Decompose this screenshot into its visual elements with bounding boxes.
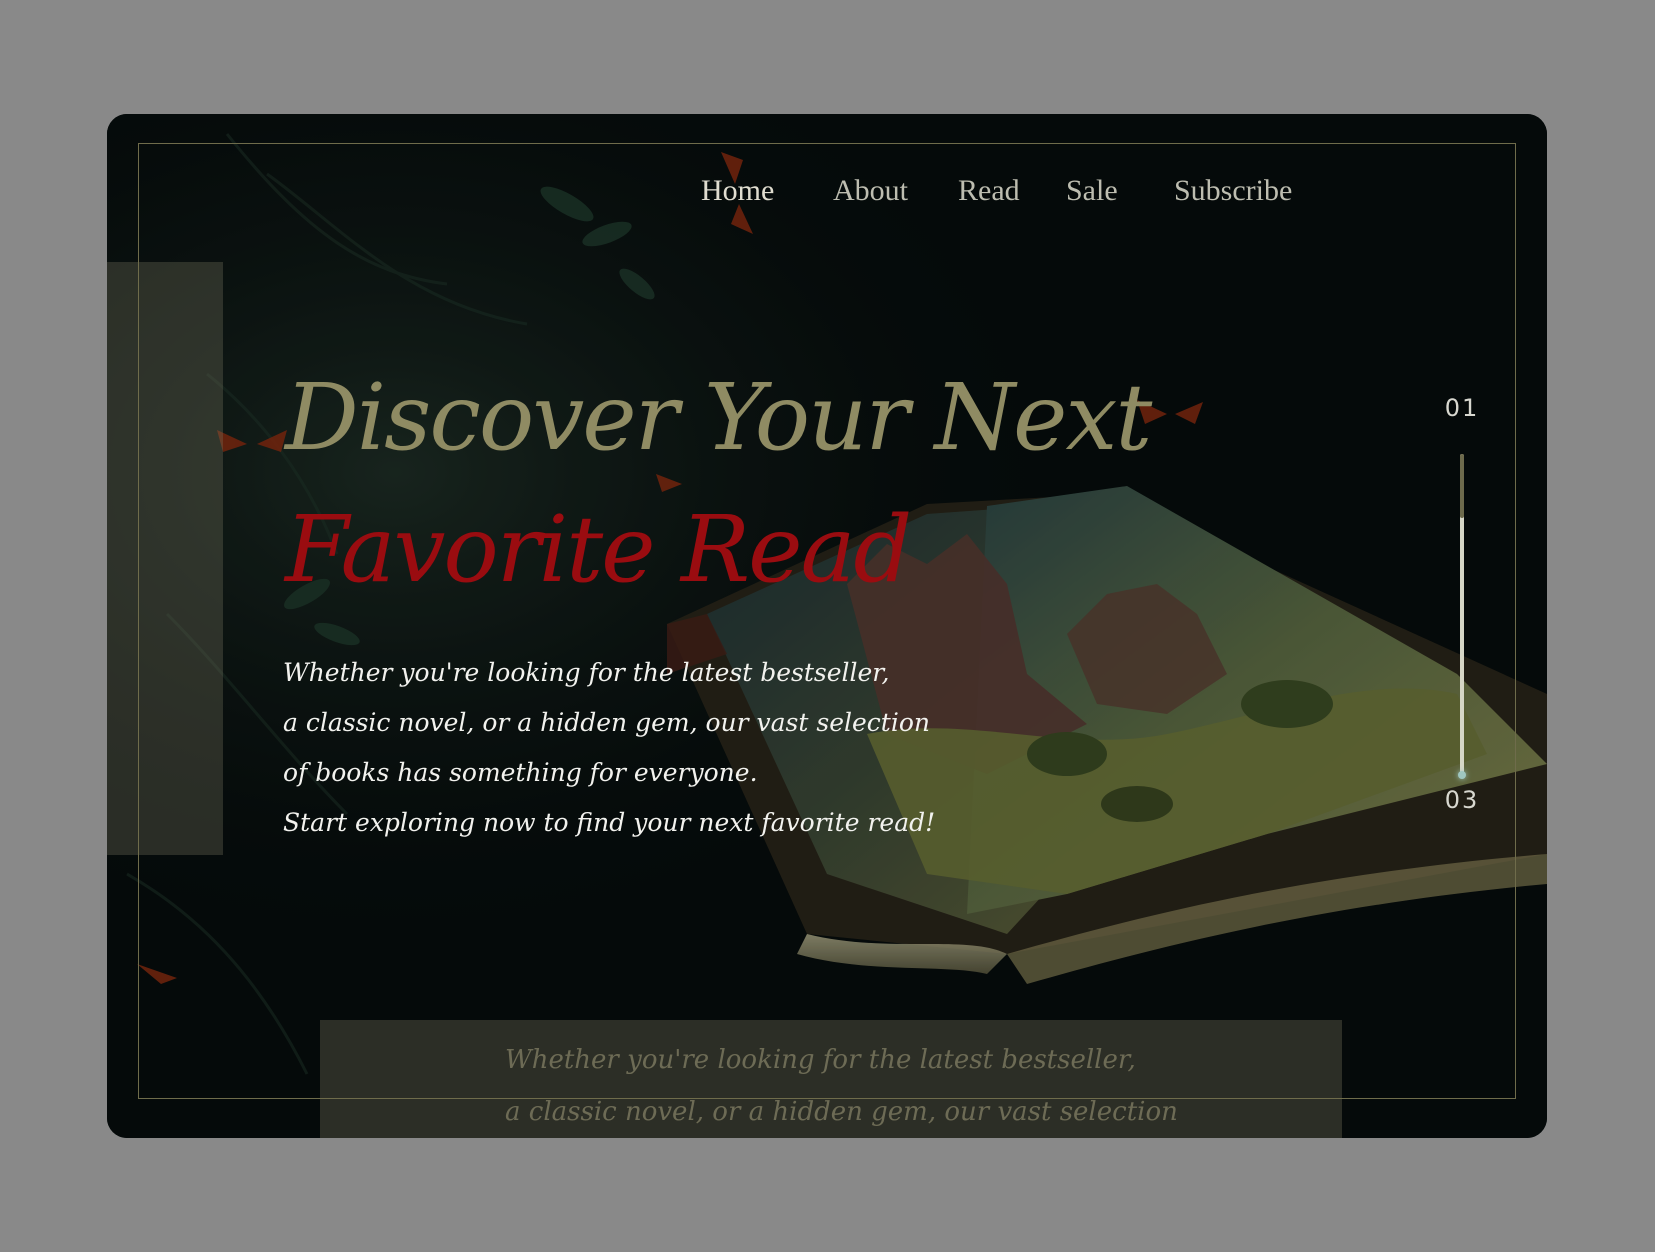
preview-card: Whether you're looking for the latest be… <box>320 1020 1342 1138</box>
preview-text: Whether you're looking for the latest be… <box>505 1034 1325 1138</box>
side-accent-panel <box>107 262 223 855</box>
nav-about[interactable]: About <box>833 174 908 208</box>
hero-illustration <box>107 114 1547 1138</box>
hero-description-line: a classic novel, or a hidden gem, our va… <box>283 708 930 737</box>
preview-line: a classic novel, or a hidden gem, our va… <box>505 1097 1178 1127</box>
pager-total: 03 <box>1444 786 1480 814</box>
slide-pager: 01 03 <box>1437 394 1487 834</box>
hero-title-line2: Favorite Read <box>285 496 912 603</box>
hero-description: Whether you're looking for the latest be… <box>283 648 983 848</box>
pager-progress <box>1460 454 1464 518</box>
nav-sale[interactable]: Sale <box>1066 174 1118 208</box>
hero-card: Whether you're looking for the latest be… <box>107 114 1547 1138</box>
hero-description-line: of books has something for everyone. <box>283 758 758 787</box>
main-nav: Home About Read Sale Subscribe <box>107 174 1547 224</box>
hero-description-line: Start exploring now to find your next fa… <box>283 808 936 837</box>
preview-line: Whether you're looking for the latest be… <box>505 1045 1136 1075</box>
pager-handle[interactable] <box>1458 771 1466 779</box>
nav-home[interactable]: Home <box>701 174 774 208</box>
nav-read[interactable]: Read <box>958 174 1020 208</box>
hero-description-line: Whether you're looking for the latest be… <box>283 658 890 687</box>
nav-subscribe[interactable]: Subscribe <box>1174 174 1292 208</box>
pager-current: 01 <box>1444 394 1480 422</box>
hero-title-line1: Discover Your Next <box>285 364 1152 471</box>
